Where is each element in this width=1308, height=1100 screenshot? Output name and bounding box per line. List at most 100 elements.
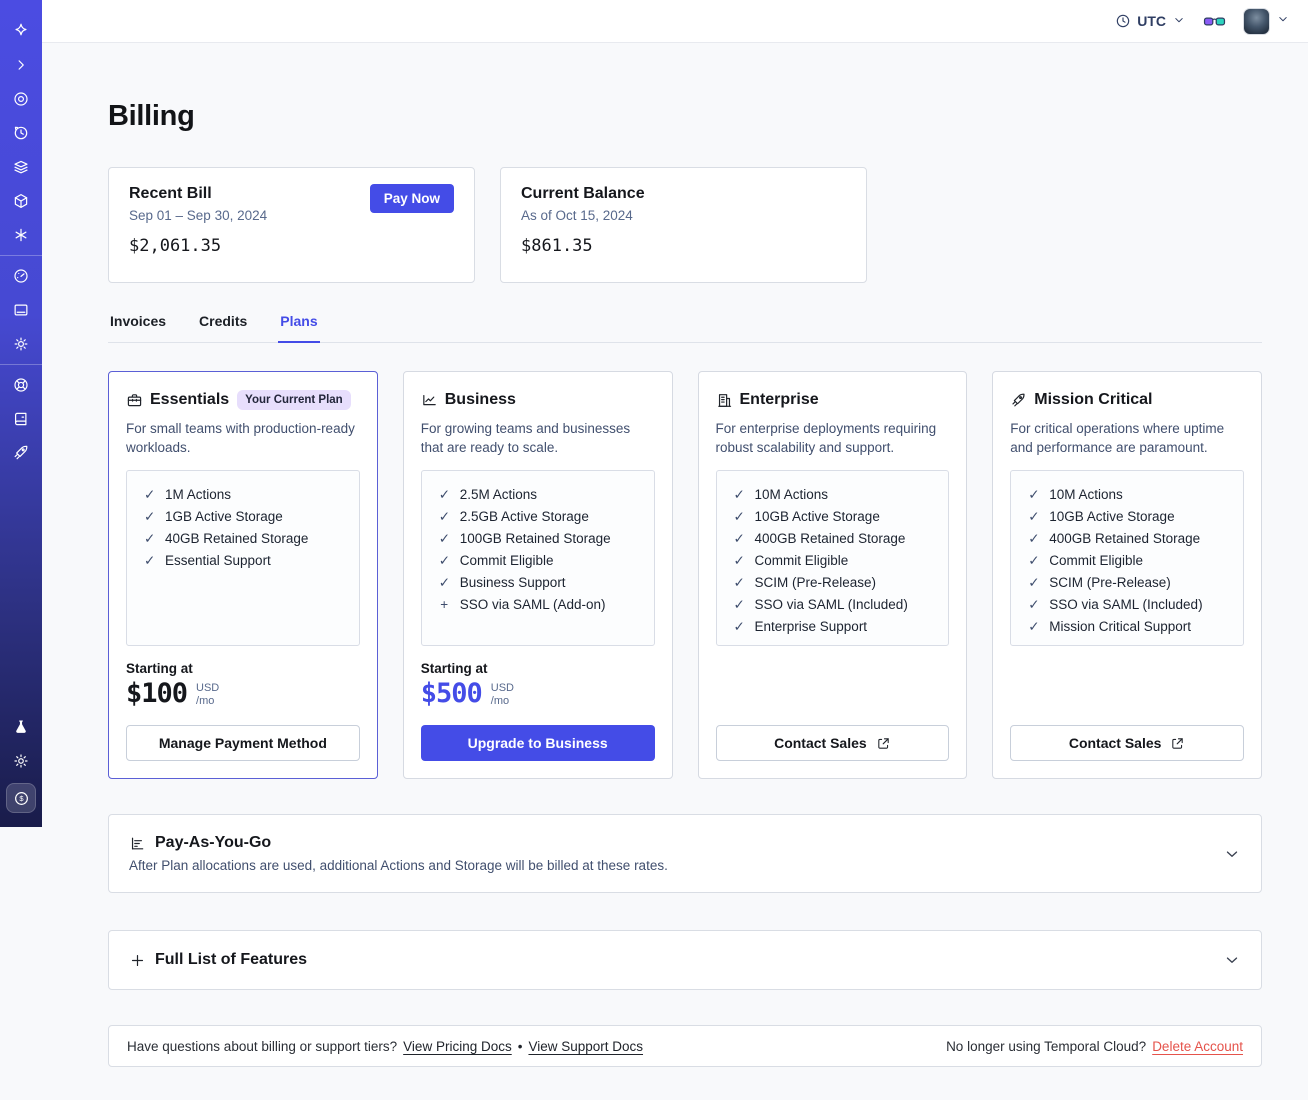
check-icon: ✓	[438, 487, 451, 502]
account-menu[interactable]	[1243, 7, 1290, 35]
plan-description: For growing teams and businesses that ar…	[420, 421, 631, 455]
sun-icon[interactable]	[0, 752, 42, 770]
check-icon: ✓	[733, 509, 745, 524]
plan-description: For critical operations where uptime and…	[1010, 421, 1225, 455]
chart-icon	[422, 394, 436, 405]
starting-at-label: Starting at	[420, 661, 488, 676]
current-balance-card: Current Balance As of Oct 15, 2024 $861.…	[500, 167, 867, 283]
price-unit: USD/mo	[490, 682, 515, 707]
pay-as-you-go-accordion[interactable]: Pay-As-You-Go After Plan allocations are…	[108, 814, 1262, 893]
chevron-down-icon[interactable]	[1223, 951, 1241, 969]
check-icon: ✓	[1028, 553, 1040, 568]
feature-item: ✓ 10M Actions	[734, 484, 941, 506]
plan-description: For small teams with production-ready wo…	[126, 421, 355, 455]
check-icon: ✓	[438, 509, 451, 524]
usage-gauge-icon[interactable]	[0, 267, 42, 285]
schedules-icon[interactable]	[0, 124, 42, 142]
plan-card-business: Business For growing teams and businesse…	[402, 371, 673, 779]
plan-price: $100	[126, 678, 188, 709]
avatar	[1243, 7, 1270, 35]
labs-flask-icon[interactable]	[0, 718, 42, 736]
billing-page: Billing Recent Bill Sep 01 – Sep 30, 202…	[108, 43, 1262, 1067]
chevron-down-icon	[1276, 12, 1290, 31]
topbar: UTC	[42, 0, 1308, 43]
feature-item: ✓ Commit Eligible	[1028, 550, 1235, 572]
check-icon: ✓	[438, 553, 451, 568]
feature-item: ✓ 400GB Retained Storage	[1028, 528, 1235, 550]
feature-item: ✓ SCIM (Pre-Release)	[734, 572, 941, 594]
check-icon: ✓	[733, 597, 745, 612]
glasses-icon[interactable]	[1203, 13, 1226, 29]
page-title: Billing	[108, 100, 195, 132]
settings-gear-icon[interactable]	[0, 335, 42, 353]
summary-cards: Recent Bill Sep 01 – Sep 30, 2024 $2,061…	[108, 167, 1262, 283]
tab-invoices[interactable]: Invoices	[108, 309, 168, 342]
support-lifebuoy-icon[interactable]	[0, 376, 42, 394]
check-icon: ✓	[1028, 597, 1040, 612]
building-icon	[717, 393, 731, 407]
asterisk-icon[interactable]	[0, 226, 42, 244]
feature-item: ✓ 2.5M Actions	[439, 484, 646, 506]
current-plan-badge: Your Current Plan	[237, 390, 351, 410]
plan-card-essentials: Essentials Your Current Plan For small t…	[108, 371, 378, 779]
delete-account-link[interactable]: Delete Account	[1152, 1039, 1243, 1054]
cube-icon[interactable]	[0, 192, 42, 210]
full-features-title: Full List of Features	[155, 951, 308, 968]
temporal-logo[interactable]	[0, 22, 42, 40]
check-icon: ✓	[733, 553, 745, 568]
check-icon: ✓	[1028, 531, 1040, 546]
current-balance-as-of: As of Oct 15, 2024	[521, 208, 633, 223]
chevron-down-icon[interactable]	[1223, 845, 1241, 863]
plan-name: Business	[444, 391, 516, 408]
check-icon: ✓	[144, 509, 156, 524]
chevron-right-icon[interactable]	[0, 56, 42, 74]
namespaces-icon[interactable]	[0, 90, 42, 108]
external-link-icon	[877, 737, 889, 749]
sidebar-item-billing-active[interactable]: $	[6, 783, 36, 813]
layers-icon[interactable]	[0, 158, 42, 176]
footer-question: Have questions about billing or support …	[127, 1038, 398, 1054]
svg-text:$: $	[19, 794, 24, 803]
feature-item: + SSO via SAML (Add-on)	[439, 594, 646, 616]
check-icon: ✓	[144, 553, 156, 568]
footer-separator: •	[517, 1038, 523, 1054]
sidebar-divider	[0, 255, 42, 256]
upgrade-to-business-button[interactable]: Upgrade to Business	[420, 725, 655, 761]
view-support-docs-link[interactable]: View Support Docs	[528, 1039, 643, 1054]
billing-card-icon[interactable]	[0, 301, 42, 319]
plan-price: $500	[420, 678, 483, 709]
current-balance-amount: $861.35	[521, 236, 593, 256]
check-icon: ✓	[733, 619, 745, 634]
view-pricing-docs-link[interactable]: View Pricing Docs	[403, 1039, 512, 1054]
feature-item: ✓ SSO via SAML (Included)	[1028, 594, 1235, 616]
timezone-selector[interactable]: UTC	[1115, 13, 1186, 30]
feature-box: ✓ 2.5M Actions ✓ 2.5GB Active Storage ✓ 100…	[420, 470, 655, 646]
feature-item: ✓ Commit Eligible	[734, 550, 941, 572]
pay-now-button[interactable]: Pay Now	[369, 184, 454, 213]
dollar-coin-icon: $	[14, 791, 28, 805]
contact-sales-button[interactable]: Contact Sales	[715, 725, 950, 761]
manage-payment-method-button[interactable]: Manage Payment Method	[126, 725, 360, 761]
recent-bill-card: Recent Bill Sep 01 – Sep 30, 2024 $2,061…	[108, 167, 475, 283]
check-icon: ✓	[1028, 619, 1040, 634]
tab-credits[interactable]: Credits	[197, 309, 249, 342]
feature-item: ✓ 40GB Retained Storage	[144, 528, 351, 550]
plan-name: Essentials	[150, 391, 230, 408]
feature-item: ✓ Essential Support	[144, 550, 351, 572]
feature-item: ✓ 1GB Active Storage	[144, 506, 351, 528]
check-icon: ✓	[438, 531, 451, 546]
footer-right-question: No longer using Temporal Cloud?	[946, 1038, 1147, 1054]
contact-sales-button[interactable]: Contact Sales	[1010, 725, 1244, 761]
feature-item: ✓ 2.5GB Active Storage	[439, 506, 646, 528]
docs-book-icon[interactable]	[0, 410, 42, 428]
price-unit: USD/mo	[196, 682, 220, 707]
full-features-accordion[interactable]: Full List of Features	[108, 930, 1262, 990]
chevron-down-icon	[1172, 13, 1186, 30]
feature-item: ✓ 10M Actions	[1028, 484, 1235, 506]
tab-plans[interactable]: Plans	[278, 309, 320, 343]
recent-bill-amount: $2,061.35	[129, 236, 222, 256]
paygo-description: After Plan allocations are used, additio…	[129, 858, 668, 873]
timezone-label: UTC	[1137, 13, 1166, 29]
plan-card-enterprise: Enterprise For enterprise deployments re…	[697, 371, 968, 779]
rocket-icon[interactable]	[0, 444, 42, 462]
